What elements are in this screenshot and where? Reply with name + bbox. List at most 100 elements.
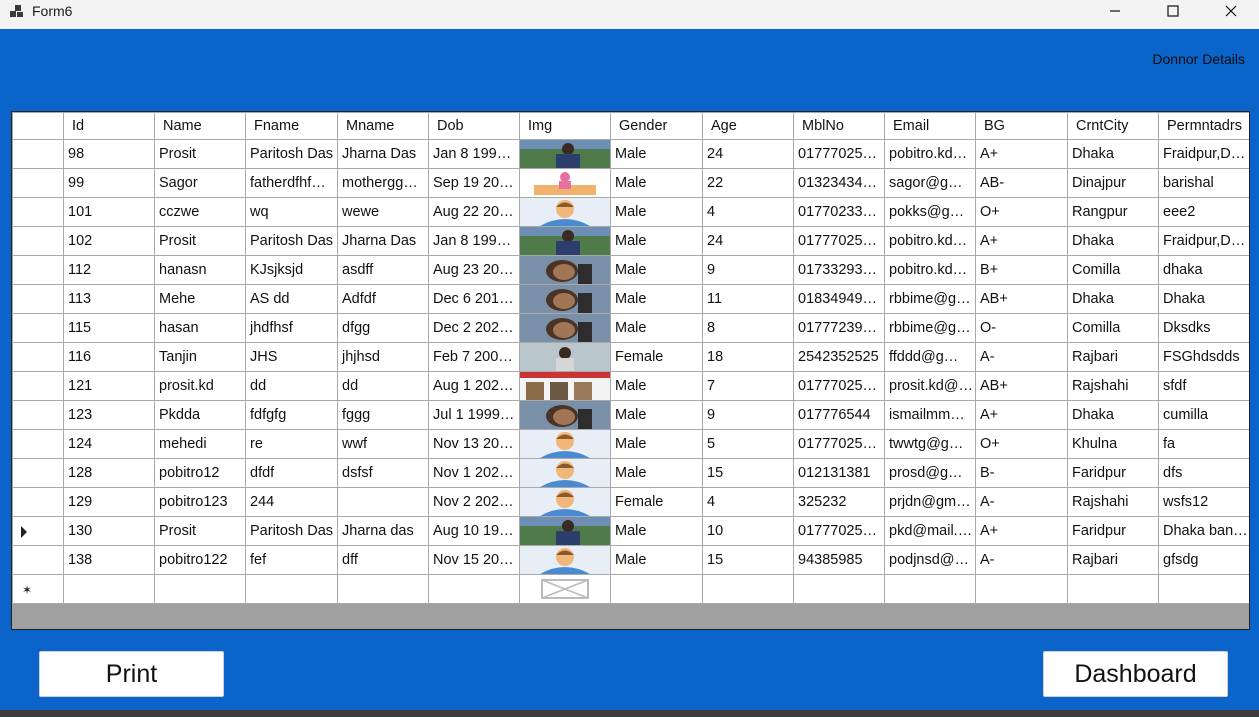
cell-mbl[interactable]: 017702332…	[793, 197, 885, 227]
cell-dob[interactable]: Dec 2 202…	[428, 313, 520, 343]
column-header[interactable]: Mname	[337, 112, 429, 140]
cell-id[interactable]: 113	[63, 284, 155, 314]
cell-dob[interactable]: Sep 19 20…	[428, 168, 520, 198]
cell-mbl[interactable]: 013234343…	[793, 168, 885, 198]
column-header[interactable]: Permntadrs	[1158, 112, 1249, 140]
cell-bg[interactable]: A-	[975, 487, 1068, 517]
row-header-cell[interactable]	[12, 168, 64, 198]
title-bar[interactable]: Form6	[0, 0, 1259, 29]
cell-city[interactable]: Comilla	[1067, 313, 1159, 343]
cell-city[interactable]: Rajshahi	[1067, 487, 1159, 517]
row-header-cell[interactable]	[12, 400, 64, 430]
cell-email[interactable]: pokks@g…	[884, 197, 976, 227]
minimize-button[interactable]	[1086, 0, 1144, 22]
cell-city[interactable]: Dhaka	[1067, 284, 1159, 314]
cell-dob[interactable]: Nov 15 20…	[428, 545, 520, 575]
cell-age[interactable]: 4	[702, 487, 794, 517]
column-header[interactable]: MblNo	[793, 112, 885, 140]
column-header[interactable]: Age	[702, 112, 794, 140]
img-cell[interactable]	[519, 487, 611, 517]
table-row[interactable]: 115 hasan jhdfhsf dfgg Dec 2 202… Male 8 017772…	[12, 313, 1249, 343]
cell-name[interactable]: Prosit	[154, 226, 246, 256]
img-cell[interactable]	[519, 342, 611, 372]
empty-cell[interactable]	[975, 574, 1068, 604]
cell-fname[interactable]: 244	[245, 487, 338, 517]
img-cell[interactable]	[519, 255, 611, 285]
cell-dob[interactable]: Nov 1 202…	[428, 458, 520, 488]
cell-id[interactable]: 130	[63, 516, 155, 546]
cell-perm[interactable]: FSGhdsdds	[1158, 342, 1249, 372]
cell-fname[interactable]: fef	[245, 545, 338, 575]
row-header-cell[interactable]: ✶	[12, 574, 64, 604]
cell-fname[interactable]: jhdfhsf	[245, 313, 338, 343]
cell-city[interactable]: Dinajpur	[1067, 168, 1159, 198]
cell-bg[interactable]: AB+	[975, 371, 1068, 401]
cell-city[interactable]: Dhaka	[1067, 226, 1159, 256]
cell-name[interactable]: Pkdda	[154, 400, 246, 430]
column-header[interactable]: BG	[975, 112, 1068, 140]
cell-name[interactable]: Prosit	[154, 516, 246, 546]
cell-gender[interactable]: Male	[610, 313, 703, 343]
column-header[interactable]: Dob	[428, 112, 520, 140]
cell-email[interactable]: ffddd@g…	[884, 342, 976, 372]
cell-mname[interactable]: dff	[337, 545, 429, 575]
cell-name[interactable]: cczwe	[154, 197, 246, 227]
img-cell[interactable]	[519, 545, 611, 575]
row-header-cell[interactable]	[12, 545, 64, 575]
table-row[interactable]: 124 mehedi re wwf Nov 13 20… Male 5 017770259… t…	[12, 429, 1249, 459]
cell-gender[interactable]: Male	[610, 226, 703, 256]
cell-age[interactable]: 22	[702, 168, 794, 198]
cell-name[interactable]: mehedi	[154, 429, 246, 459]
cell-mname[interactable]: dd	[337, 371, 429, 401]
column-header[interactable]: Name	[154, 112, 246, 140]
new-row[interactable]: ✶	[12, 574, 1249, 604]
row-header-cell[interactable]	[12, 197, 64, 227]
cell-age[interactable]: 7	[702, 371, 794, 401]
cell-perm[interactable]: sfdf	[1158, 371, 1249, 401]
cell-dob[interactable]: Aug 23 20…	[428, 255, 520, 285]
empty-cell[interactable]	[1067, 574, 1159, 604]
cell-perm[interactable]: dfs	[1158, 458, 1249, 488]
cell-gender[interactable]: Male	[610, 429, 703, 459]
cell-age[interactable]: 15	[702, 545, 794, 575]
empty-cell[interactable]	[154, 574, 246, 604]
cell-gender[interactable]: Male	[610, 458, 703, 488]
cell-mname[interactable]: fggg	[337, 400, 429, 430]
cell-gender[interactable]: Female	[610, 342, 703, 372]
table-row[interactable]: 138 pobitro122 fef dff Nov 15 20… Male 15 94385…	[12, 545, 1249, 575]
cell-perm[interactable]: wsfs12	[1158, 487, 1249, 517]
row-header-cell[interactable]	[12, 139, 64, 169]
img-cell[interactable]	[519, 574, 611, 604]
cell-bg[interactable]: A+	[975, 226, 1068, 256]
corner-header-cell[interactable]	[12, 112, 64, 140]
cell-email[interactable]: rbbime@g…	[884, 313, 976, 343]
cell-email[interactable]: prosd@g…	[884, 458, 976, 488]
cell-mname[interactable]: dfgg	[337, 313, 429, 343]
cell-id[interactable]: 101	[63, 197, 155, 227]
cell-bg[interactable]: A+	[975, 400, 1068, 430]
cell-fname[interactable]: KJsjksjd	[245, 255, 338, 285]
empty-cell[interactable]	[1158, 574, 1249, 604]
cell-perm[interactable]: fa	[1158, 429, 1249, 459]
cell-mbl[interactable]: 325232	[793, 487, 885, 517]
cell-age[interactable]: 15	[702, 458, 794, 488]
cell-mbl[interactable]: 017772392…	[793, 313, 885, 343]
cell-mbl[interactable]: 017332938…	[793, 255, 885, 285]
cell-id[interactable]: 116	[63, 342, 155, 372]
cell-fname[interactable]: AS dd	[245, 284, 338, 314]
cell-perm[interactable]: Dhaka ban…	[1158, 516, 1249, 546]
cell-fname[interactable]: re	[245, 429, 338, 459]
column-header[interactable]: CrntCity	[1067, 112, 1159, 140]
column-header[interactable]: Gender	[610, 112, 703, 140]
cell-perm[interactable]: barishal	[1158, 168, 1249, 198]
cell-city[interactable]: Rajbari	[1067, 342, 1159, 372]
cell-age[interactable]: 4	[702, 197, 794, 227]
table-row[interactable]: 128 pobitro12 dfdf dsfsf Nov 1 202… Male 15 012…	[12, 458, 1249, 488]
cell-dob[interactable]: Jul 1 1999…	[428, 400, 520, 430]
cell-mbl[interactable]: 2542352525	[793, 342, 885, 372]
cell-bg[interactable]: B-	[975, 458, 1068, 488]
cell-age[interactable]: 18	[702, 342, 794, 372]
img-cell[interactable]	[519, 371, 611, 401]
img-cell[interactable]	[519, 197, 611, 227]
cell-perm[interactable]: Fraidpur,D…	[1158, 139, 1249, 169]
